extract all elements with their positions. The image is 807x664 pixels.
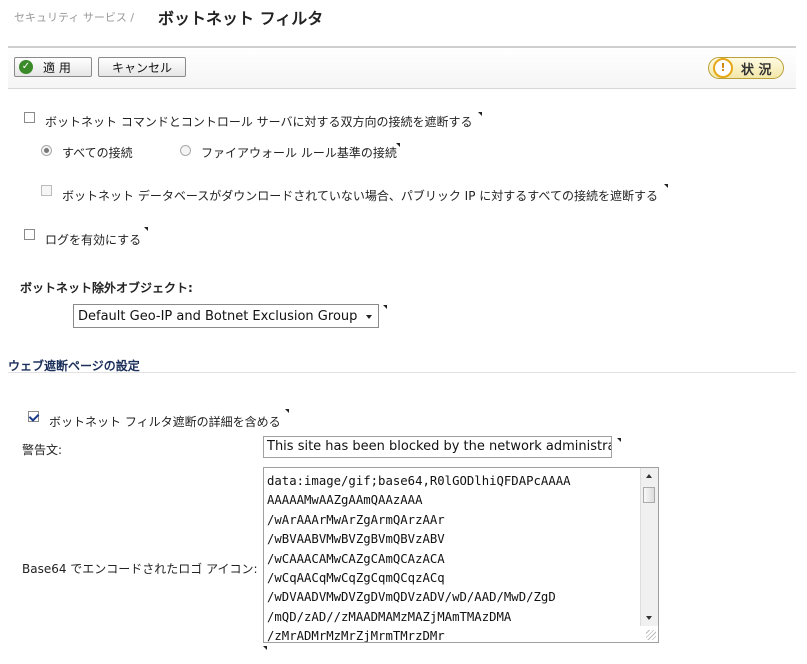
exclusion-object-value: Default Geo-IP and Botnet Exclusion Grou…	[78, 308, 358, 324]
radio-all-connections-label: すべての接続	[62, 146, 133, 160]
help-marker	[664, 184, 668, 188]
block-public-ip-label: ボットネット データベースがダウンロードされていない場合、パブリック IP に対…	[62, 189, 658, 203]
block-cc-label: ボットネット コマンドとコントロール サーバに対する双方向の接続を遮断する	[45, 115, 473, 129]
textarea-line: /wCqAACqMwCqZgCqmQCqzACq	[267, 571, 445, 586]
scrollbar-thumb[interactable]	[643, 487, 655, 503]
include-details-checkbox[interactable]	[28, 411, 39, 422]
textarea-line: /wCAAACAMwCAZgCAmQCAzACA	[267, 551, 445, 566]
help-marker	[263, 646, 267, 650]
radio-all-connections[interactable]	[41, 145, 52, 156]
status-button-label: 状 況	[741, 62, 772, 78]
textarea-line: /zMrADMrMzMrZjMrmTMrzDMr	[267, 629, 445, 643]
scroll-up-icon[interactable]	[646, 474, 652, 478]
textarea-line: /wDVAADVMwDVZgDVmQDVzADV/wD/AAD/MwD/ZgD	[267, 590, 556, 605]
textarea-scrollbar[interactable]	[640, 468, 658, 626]
help-marker	[383, 305, 387, 309]
section-divider	[8, 372, 796, 373]
exclusion-object-select[interactable]: Default Geo-IP and Botnet Exclusion Grou…	[73, 304, 379, 328]
apply-button[interactable]: ✓ 適 用	[14, 57, 92, 77]
textarea-line: /mQD/zAD//zMAADMAMzMAZjMAmTMAzDMA	[267, 609, 512, 624]
help-marker	[285, 409, 289, 413]
toolbar: ✓ 適 用 キャンセル ! 状 況	[8, 46, 796, 89]
enable-log-checkbox[interactable]	[24, 229, 35, 240]
resize-grip-icon[interactable]	[646, 630, 656, 640]
textarea-line: AAAAAMwAAZgAAmQAAzAAA	[267, 493, 423, 508]
block-public-ip-checkbox[interactable]	[41, 185, 52, 196]
chevron-down-icon	[366, 315, 372, 319]
help-marker	[617, 438, 621, 442]
block-cc-checkbox[interactable]	[24, 112, 35, 123]
radio-firewall-rule-label: ファイアウォール ルール基準の接続	[201, 146, 397, 160]
warning-text-input[interactable]: This site has been blocked by the networ…	[263, 436, 612, 458]
breadcrumb-parent: セキュリティ サービス /	[14, 11, 135, 24]
help-marker	[144, 227, 148, 231]
radio-firewall-rule-connections[interactable]	[180, 145, 191, 156]
logo-icon-label: Base64 でエンコードされたロゴ アイコン:	[22, 562, 258, 576]
exclusion-object-label: ボットネット除外オブジェクト:	[20, 281, 193, 295]
textarea-line: /wBVAABVMwBVZgBVmQBVzABV	[267, 532, 445, 547]
textarea-line: /wArAAArMwArZgArmQArzAAr	[267, 512, 445, 527]
help-marker	[396, 143, 400, 147]
check-icon: ✓	[19, 60, 33, 74]
include-details-label: ボットネット フィルタ遮断の詳細を含める	[49, 415, 281, 429]
apply-button-label: 適 用	[43, 60, 71, 75]
warning-text-label: 警告文:	[22, 443, 63, 457]
cancel-button[interactable]: キャンセル	[98, 57, 186, 77]
scroll-down-icon[interactable]	[646, 616, 652, 620]
page-title: ボットネット フィルタ	[158, 9, 324, 28]
logo-base64-content: data:image/gif;base64,R0lGODlhiQFDAPcAAA…	[267, 472, 637, 643]
help-marker	[478, 112, 482, 116]
alert-icon: !	[713, 58, 733, 78]
enable-log-label: ログを有効にする	[45, 233, 142, 247]
status-button[interactable]: ! 状 況	[708, 57, 784, 79]
logo-base64-textarea[interactable]: data:image/gif;base64,R0lGODlhiQFDAPcAAA…	[263, 467, 659, 643]
textarea-line: data:image/gif;base64,R0lGODlhiQFDAPcAAA…	[267, 474, 571, 488]
